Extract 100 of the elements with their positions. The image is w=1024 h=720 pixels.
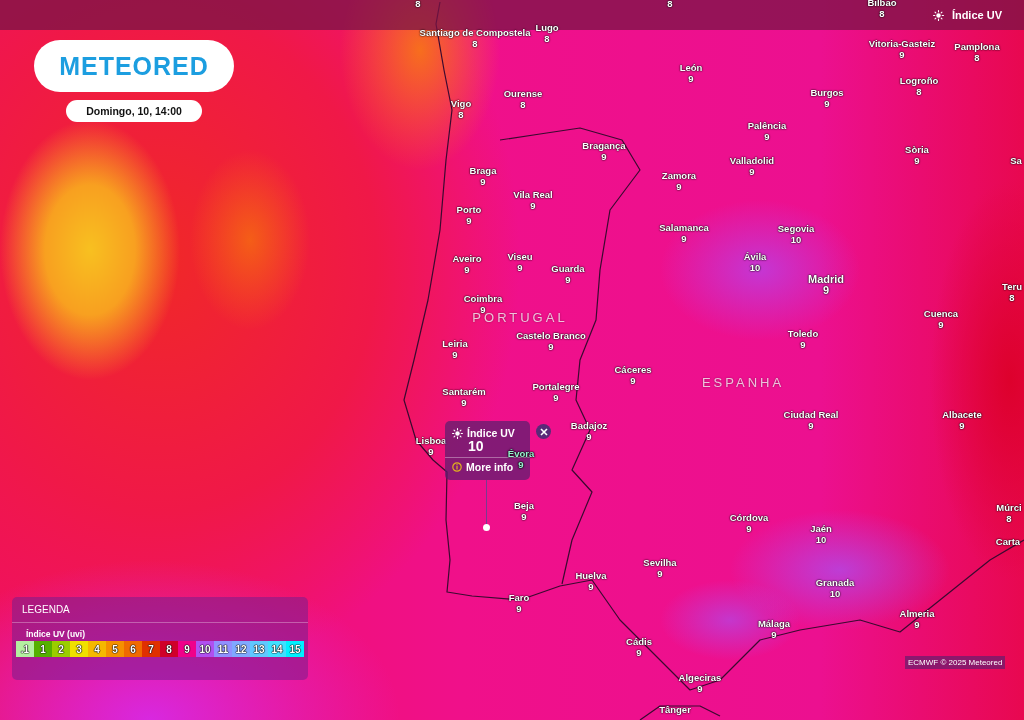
city-name: Jaén <box>810 523 832 534</box>
city-name: Ávila <box>743 251 767 262</box>
uv-value: 10 <box>790 234 802 245</box>
city-name: Évora <box>507 448 535 459</box>
city-name: Córdova <box>729 512 769 523</box>
city-name: Toledo <box>787 328 819 339</box>
popup-title: Índice UV <box>467 427 515 439</box>
date-label: Domingo, 10, 14:00 <box>66 100 202 122</box>
city-name: Vitoria-Gasteiz <box>868 38 936 49</box>
city-name: Palência <box>747 120 787 131</box>
uv-value: 9 <box>521 511 527 522</box>
scale-label: Índice UV (uvi) <box>26 629 86 639</box>
city-name: Viseu <box>507 251 533 262</box>
uv-value: 9 <box>938 319 944 330</box>
city-name: Málaga <box>757 618 791 629</box>
city-name: Algeciras <box>678 672 722 683</box>
uv-value: 9 <box>636 647 642 658</box>
uv-value: 9 <box>480 176 486 187</box>
uv-value: 8 <box>916 86 922 97</box>
uv-value: 8 <box>520 99 526 110</box>
uv-value: 9 <box>676 181 682 192</box>
scale-step: 10 <box>196 641 214 657</box>
uv-value: 9 <box>588 581 594 592</box>
city-name: Ciudad Real <box>783 409 839 420</box>
city-name: Teru <box>1002 281 1022 292</box>
scale-step: 1 <box>34 641 52 657</box>
city-name: León <box>679 62 703 73</box>
scale-step: 8 <box>160 641 178 657</box>
city-name: Lugo <box>535 22 559 33</box>
uv-value: 9 <box>749 166 755 177</box>
uv-value: 9 <box>464 264 470 275</box>
city-name: Sevilha <box>643 557 677 568</box>
uv-value: 10 <box>815 534 827 545</box>
city-name: Tânger <box>659 704 691 715</box>
uv-value: 9 <box>466 215 472 226</box>
city-name: Burgos <box>810 87 844 98</box>
uv-value: 8 <box>974 52 980 63</box>
uv-value: 9 <box>688 73 694 84</box>
uv-value: 9 <box>516 603 522 614</box>
city-name: Lisboa <box>415 435 447 446</box>
uv-value: 9 <box>517 262 523 273</box>
uv-value: 9 <box>914 619 920 630</box>
uv-value: 8 <box>415 0 421 9</box>
uv-value: 9 <box>697 683 703 694</box>
city-name: Bilbao <box>867 0 897 8</box>
location-marker[interactable] <box>483 524 490 531</box>
uv-value: 9 <box>746 523 752 534</box>
scale-step: 11 <box>214 641 232 657</box>
city-name: Pamplona <box>954 41 1000 52</box>
city-name: Aveiro <box>452 253 482 264</box>
more-info-link[interactable]: More info <box>466 461 514 473</box>
attribution: ECMWF © 2025 Meteored <box>905 656 1006 669</box>
scale-step: 4 <box>88 641 106 657</box>
city-name: Sa <box>1010 155 1022 166</box>
city-name: Cuenca <box>923 308 959 319</box>
scale-step: 15 <box>286 641 304 657</box>
city-name: Madrid <box>807 274 845 285</box>
city-name: Ourense <box>503 88 543 99</box>
uv-value: 9 <box>800 339 806 350</box>
uv-value: 8 <box>667 0 673 9</box>
uv-value: 8 <box>458 109 464 120</box>
layer-label: Índice UV <box>951 9 1002 21</box>
uv-value: 9 <box>565 274 571 285</box>
uv-value: 9 <box>428 446 434 457</box>
uv-value: 10 <box>749 262 761 273</box>
uv-value: 9 <box>771 629 777 640</box>
uv-value: 9 <box>681 233 687 244</box>
uv-value: 10 <box>829 588 841 599</box>
sun-icon <box>452 427 463 439</box>
uv-value: 9 <box>601 151 607 162</box>
layer-selector[interactable]: Índice UV <box>932 9 1002 21</box>
close-button[interactable] <box>536 424 551 439</box>
city-name: Braga <box>469 165 497 176</box>
uv-value: 8 <box>879 8 885 19</box>
city-name: Badajoz <box>570 420 608 431</box>
city-name: Múrci <box>996 502 1022 513</box>
uv-value: 8 <box>472 38 478 49</box>
scale-step: 5 <box>106 641 124 657</box>
scale-step: .1 <box>16 641 34 657</box>
uv-value: 8 <box>544 33 550 44</box>
scale-step: 9 <box>178 641 196 657</box>
uv-value: 9 <box>764 131 770 142</box>
scale-step: 2 <box>52 641 70 657</box>
city-name: Valladolid <box>729 155 775 166</box>
uv-value: 9 <box>548 341 554 352</box>
uv-value: 9 <box>630 375 636 386</box>
city-name: Zamora <box>661 170 697 181</box>
uv-value: 9 <box>530 200 536 211</box>
country-label: ESPANHA <box>701 375 785 390</box>
city-name: Logroño <box>899 75 939 86</box>
city-name: Cáceres <box>614 364 652 375</box>
uv-value: 9 <box>461 397 467 408</box>
city-name: Salamanca <box>659 222 709 233</box>
uv-value: 9 <box>452 349 458 360</box>
scale-step: 3 <box>70 641 88 657</box>
uv-value: 9 <box>824 98 830 109</box>
city-name: Carta <box>995 536 1021 547</box>
uv-value: 9 <box>657 568 663 579</box>
scale-step: 6 <box>124 641 142 657</box>
uv-value: 9 <box>899 49 905 60</box>
